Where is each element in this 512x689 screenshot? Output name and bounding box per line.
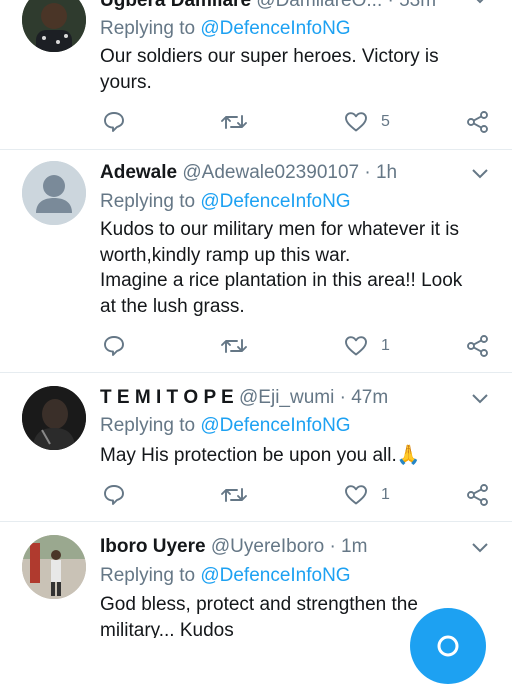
- like-count: 1: [381, 486, 390, 503]
- timestamp[interactable]: 47m: [351, 387, 388, 408]
- tweet-text-line: worth,kindly ramp up this war.: [100, 244, 351, 266]
- display-name[interactable]: Ugbera Damilare: [100, 0, 251, 11]
- avatar-photo: [22, 535, 86, 599]
- replying-to-label: Replying to: [100, 191, 196, 212]
- mention-link[interactable]: @DefenceInfoNG: [200, 565, 350, 586]
- user-handle[interactable]: @DamilareO...: [256, 0, 382, 11]
- share-button[interactable]: [466, 334, 490, 358]
- share-button[interactable]: [466, 483, 490, 507]
- tweet-text-line: yours.: [100, 71, 152, 93]
- tweet-text-line: Our soldiers our super heroes. Victory i…: [100, 46, 439, 67]
- avatar[interactable]: [22, 386, 86, 450]
- separator-dot: ·: [364, 162, 371, 183]
- display-name[interactable]: Adewale: [100, 162, 177, 183]
- replying-to-label: Replying to: [100, 415, 196, 436]
- reply-icon: [104, 336, 124, 356]
- retweet-icon: [221, 115, 247, 129]
- avatar-photo: [22, 0, 86, 52]
- timestamp[interactable]: 1m: [341, 536, 367, 557]
- tweet-header: T E M I T O P E @Eji_wumi · 47m: [100, 387, 388, 409]
- retweet-button[interactable]: [220, 110, 248, 134]
- user-handle[interactable]: @Adewale02390107: [182, 162, 359, 183]
- like-button[interactable]: [344, 110, 368, 134]
- retweet-button[interactable]: [220, 483, 248, 507]
- heart-icon: [345, 112, 367, 132]
- like-button[interactable]: [344, 483, 368, 507]
- tweet[interactable]: Ugbera Damilare @DamilareO... · 53m Repl…: [0, 0, 512, 150]
- share-icon: [467, 335, 488, 357]
- tweet-actions: 1: [100, 334, 500, 358]
- tweet-text: May His protection be upon you all.🙏: [100, 443, 500, 469]
- avatar[interactable]: [22, 161, 86, 225]
- tweet[interactable]: Adewale @Adewale02390107 · 1h Replying t…: [0, 150, 512, 372]
- reply-icon: [104, 112, 124, 132]
- replying-to-label: Replying to: [100, 565, 196, 586]
- chevron-down-icon[interactable]: [472, 543, 488, 553]
- share-icon: [467, 111, 488, 133]
- separator-dot: ·: [339, 387, 346, 408]
- like-count: 1: [381, 337, 390, 354]
- tweet-actions: 1: [100, 483, 500, 507]
- display-name[interactable]: Iboro Uyere: [100, 536, 206, 557]
- chevron-down-icon[interactable]: [472, 169, 488, 179]
- mention-link[interactable]: @DefenceInfoNG: [200, 18, 350, 39]
- tweet-text-line: Imagine a rice plantation in this area!!…: [100, 270, 463, 291]
- tweet-text-line: May His protection be upon you all.🙏: [100, 445, 421, 466]
- user-handle[interactable]: @Eji_wumi: [239, 387, 334, 408]
- tweet-text: Kudos to our military men for whatever i…: [100, 217, 500, 319]
- tweet-text-line: Kudos to our military men for whatever i…: [100, 219, 460, 240]
- chevron-down-icon[interactable]: [472, 0, 488, 4]
- replying-to: Replying to @DefenceInfoNG: [100, 565, 351, 587]
- tweet-header: Adewale @Adewale02390107 · 1h: [100, 162, 397, 184]
- tweet-text: Our soldiers our super heroes. Victory i…: [100, 44, 500, 95]
- chevron-down-icon[interactable]: [472, 394, 488, 404]
- reply-button[interactable]: [102, 483, 126, 507]
- share-button[interactable]: [466, 110, 490, 134]
- timestamp[interactable]: 1h: [376, 162, 397, 183]
- like-count: 5: [381, 113, 390, 130]
- replying-to: Replying to @DefenceInfoNG: [100, 415, 351, 437]
- mention-link[interactable]: @DefenceInfoNG: [200, 415, 350, 436]
- compose-icon: [437, 635, 459, 657]
- retweet-button[interactable]: [220, 334, 248, 358]
- reply-icon: [104, 485, 124, 505]
- reply-button[interactable]: [102, 110, 126, 134]
- separator-dot: ·: [387, 0, 394, 11]
- timestamp[interactable]: 53m: [399, 0, 436, 11]
- compose-tweet-button[interactable]: [410, 608, 486, 684]
- heart-icon: [345, 336, 367, 356]
- tweet-text-line: at the lush grass.: [100, 295, 245, 317]
- avatar[interactable]: [22, 0, 86, 52]
- heart-icon: [345, 485, 367, 505]
- retweet-icon: [221, 488, 247, 502]
- display-name[interactable]: T E M I T O P E: [100, 387, 234, 408]
- tweet-header: Ugbera Damilare @DamilareO... · 53m: [100, 0, 436, 12]
- like-button[interactable]: [344, 334, 368, 358]
- avatar-photo: [22, 386, 86, 450]
- separator-dot: ·: [329, 536, 336, 557]
- replying-to: Replying to @DefenceInfoNG: [100, 191, 351, 213]
- tweet-header: Iboro Uyere @UyereIboro · 1m: [100, 536, 367, 558]
- avatar[interactable]: [22, 535, 86, 599]
- user-handle[interactable]: @UyereIboro: [211, 536, 324, 557]
- replying-to-label: Replying to: [100, 18, 196, 39]
- replying-to: Replying to @DefenceInfoNG: [100, 18, 351, 40]
- default-avatar-icon: [22, 161, 86, 225]
- tweet-actions: 5: [100, 110, 500, 134]
- mention-link[interactable]: @DefenceInfoNG: [200, 191, 350, 212]
- reply-button[interactable]: [102, 334, 126, 358]
- retweet-icon: [221, 339, 247, 353]
- share-icon: [467, 484, 488, 506]
- tweet[interactable]: T E M I T O P E @Eji_wumi · 47m Replying…: [0, 373, 512, 521]
